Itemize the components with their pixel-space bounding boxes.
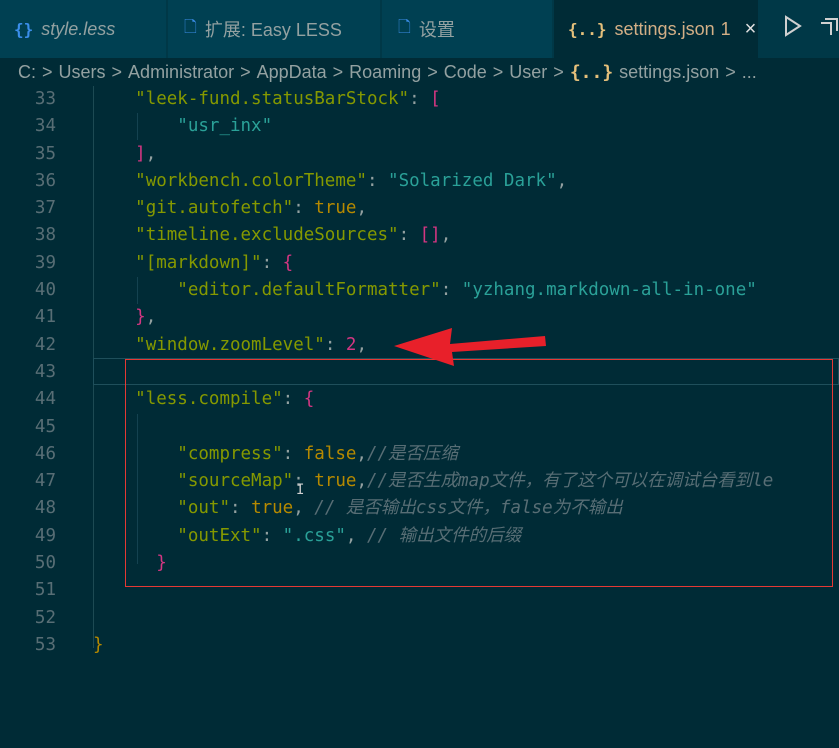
breadcrumb-item[interactable]: AppData: [257, 62, 327, 83]
code-line: "timeline.excludeSources": [],: [135, 225, 452, 246]
run-icon[interactable]: [783, 15, 803, 43]
chevron-right-icon: >: [553, 61, 564, 82]
tab-settings-json[interactable]: {..} settings.json 1 ×: [554, 0, 758, 58]
line-number: 49: [34, 525, 56, 546]
code-line: "leek-fund.statusBarStock": [: [135, 89, 441, 109]
chevron-right-icon: >: [111, 61, 123, 82]
line-number: 52: [34, 607, 56, 628]
breadcrumb: C: > Users > Administrator > AppData > Roami…: [0, 58, 839, 86]
tab-easy-less-extension[interactable]: 🗋 扩展: Easy LESS: [168, 0, 380, 58]
chevron-right-icon: >: [427, 61, 438, 82]
line-number: 51: [34, 580, 56, 601]
line-number-gutter: 33 34 35 36 37 38 39 40 41 42 43 44 45 4…: [0, 86, 66, 659]
tab-bar: {} style.less 🗋 扩展: Easy LESS 🗋 设置 {..} …: [0, 0, 839, 58]
tab-label: 扩展: Easy LESS: [204, 20, 342, 40]
file-icon: 🗋: [398, 18, 411, 36]
breadcrumb-item[interactable]: C:: [18, 62, 36, 83]
file-icon: 🗋: [184, 18, 197, 36]
line-number: 40: [34, 280, 56, 301]
chevron-right-icon: >: [492, 61, 504, 82]
line-number: 48: [34, 498, 56, 519]
line-number: 41: [34, 307, 56, 328]
highlight-box-annotation: [125, 359, 833, 587]
less-file-icon: {}: [14, 19, 34, 39]
red-arrow-annotation: [394, 328, 546, 366]
code-line: }: [93, 634, 104, 655]
line-number: 43: [34, 361, 56, 382]
json-file-icon: {..}: [569, 61, 614, 83]
breadcrumb-item[interactable]: Roaming: [349, 62, 421, 83]
open-changes-icon[interactable]: [817, 15, 839, 43]
line-number: 53: [34, 634, 56, 655]
code-line: "workbench.colorTheme": "Solarized Dark"…: [135, 170, 568, 191]
code-line: "editor.defaultFormatter": "yzhang.markd…: [177, 280, 757, 301]
code-line: "usr_inx": [177, 116, 273, 137]
editor-actions: [783, 0, 839, 58]
code-line: "git.autofetch": true,: [135, 198, 367, 219]
breadcrumb-item[interactable]: Users: [59, 62, 106, 83]
line-number: 47: [34, 471, 56, 492]
line-number: 42: [34, 334, 56, 355]
line-number: 35: [34, 143, 56, 164]
breadcrumb-item[interactable]: Code: [444, 62, 487, 83]
line-number: 33: [34, 89, 56, 109]
tab-style-less[interactable]: {} style.less: [0, 0, 166, 58]
tab-label: 设置: [418, 20, 455, 40]
close-tab-icon[interactable]: ×: [745, 18, 757, 41]
code-line: ],: [135, 143, 157, 164]
chevron-right-icon: >: [332, 61, 344, 82]
chevron-right-icon: >: [240, 61, 251, 82]
chevron-right-icon: >: [725, 61, 736, 82]
tab-label: settings.json: [614, 18, 715, 39]
line-number: 50: [34, 553, 56, 574]
breadcrumb-item[interactable]: settings.json: [619, 62, 719, 83]
tab-settings-ui[interactable]: 🗋 设置: [382, 0, 552, 58]
line-number: 45: [34, 416, 56, 437]
json-file-icon: {..}: [568, 19, 607, 39]
breadcrumb-item[interactable]: User: [509, 62, 547, 83]
line-number: 38: [34, 225, 56, 246]
line-number: 37: [34, 198, 56, 219]
line-number: 36: [34, 170, 56, 191]
breadcrumb-item[interactable]: Administrator: [128, 62, 234, 83]
line-number: 44: [34, 389, 56, 410]
tab-label: style.less: [41, 18, 116, 39]
problem-count-badge: 1: [720, 18, 731, 39]
line-number: 34: [34, 116, 56, 137]
line-number: 39: [34, 252, 56, 273]
chevron-right-icon: >: [42, 61, 53, 82]
line-number: 46: [34, 443, 56, 464]
breadcrumb-item[interactable]: ...: [742, 62, 757, 83]
code-line: "[markdown]": {: [135, 252, 294, 273]
